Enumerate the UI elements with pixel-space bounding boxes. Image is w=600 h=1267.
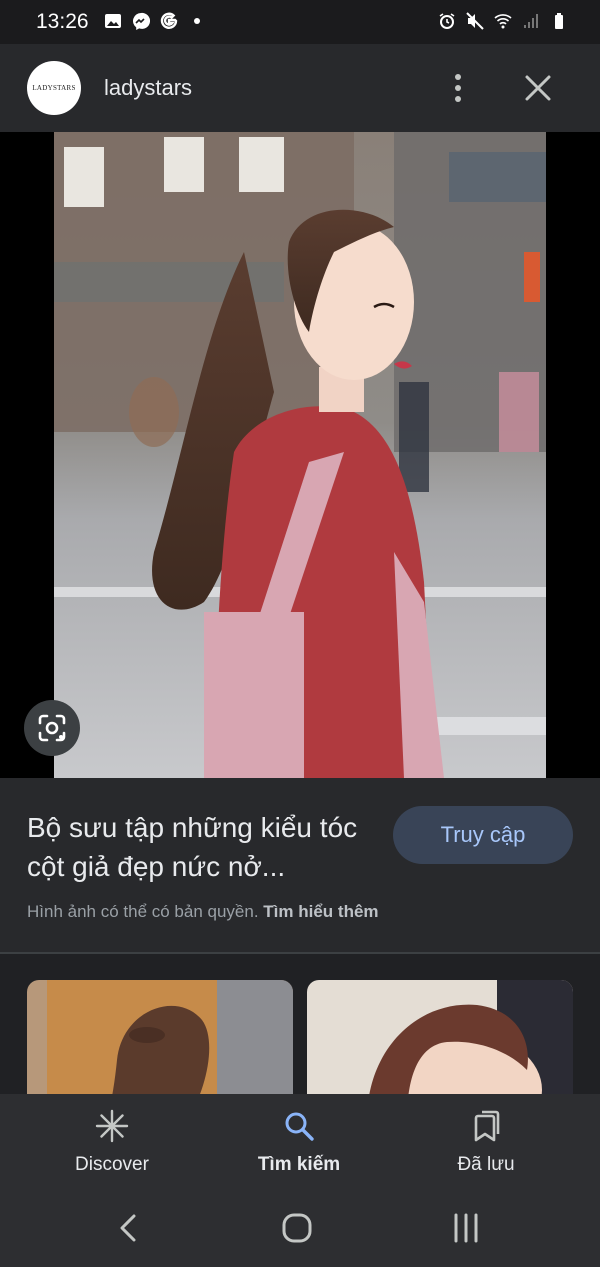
- visit-button[interactable]: Truy cập: [393, 806, 573, 864]
- close-icon: [525, 75, 551, 101]
- messenger-icon: [133, 12, 150, 30]
- gallery-icon: [105, 14, 121, 28]
- nav-discover[interactable]: Discover: [22, 1108, 202, 1176]
- search-icon: [285, 1112, 314, 1141]
- more-options-button[interactable]: [444, 68, 472, 108]
- image-preview-area: [0, 132, 600, 778]
- mute-icon: [466, 12, 484, 30]
- dot-icon: [194, 18, 200, 24]
- discover-asterisk-icon: [95, 1109, 129, 1143]
- bottom-navigation: Discover Tìm kiếm Đã lưu: [0, 1094, 600, 1190]
- google-lens-icon: [38, 714, 66, 742]
- battery-icon: [555, 13, 563, 29]
- status-bar: 13:26: [0, 0, 600, 44]
- nav-saved[interactable]: Đã lưu: [396, 1108, 576, 1176]
- saved-collections-icon: [474, 1110, 500, 1142]
- image-info-panel: Bộ sưu tập những kiểu tóc cột giả đẹp nứ…: [0, 778, 600, 952]
- site-avatar-logo-text: LADYSTARS: [32, 84, 76, 92]
- google-lens-button[interactable]: [24, 700, 80, 756]
- site-name[interactable]: ladystars: [104, 75, 192, 101]
- nav-search[interactable]: Tìm kiếm: [209, 1108, 389, 1176]
- back-icon[interactable]: [112, 1210, 148, 1246]
- nav-search-label: Tìm kiếm: [257, 1154, 341, 1175]
- nav-discover-label: Discover: [75, 1154, 149, 1175]
- wifi-icon: [494, 14, 512, 29]
- copyright-notice: Hình ảnh có thể có bản quyền. Tìm hiểu t…: [27, 902, 379, 922]
- learn-more-link[interactable]: Tìm hiểu thêm: [263, 902, 378, 921]
- copyright-text: Hình ảnh có thể có bản quyền.: [27, 902, 259, 921]
- source-header: LADYSTARS ladystars: [0, 44, 600, 132]
- close-button[interactable]: [520, 68, 556, 108]
- image-title[interactable]: Bộ sưu tập những kiểu tóc cột giả đẹp nứ…: [27, 808, 377, 886]
- google-icon: [160, 12, 178, 29]
- site-avatar[interactable]: LADYSTARS: [27, 61, 81, 115]
- home-icon[interactable]: [279, 1210, 315, 1246]
- alarm-icon: [439, 13, 455, 29]
- system-navigation-bar: [0, 1190, 600, 1267]
- status-time: 13:26: [36, 10, 89, 33]
- preview-photo[interactable]: [54, 132, 546, 778]
- signal-icon: [524, 14, 538, 28]
- nav-saved-label: Đã lưu: [457, 1154, 515, 1175]
- related-images: [0, 954, 600, 1120]
- more-vert-icon: [455, 74, 461, 80]
- recents-icon[interactable]: [448, 1210, 484, 1246]
